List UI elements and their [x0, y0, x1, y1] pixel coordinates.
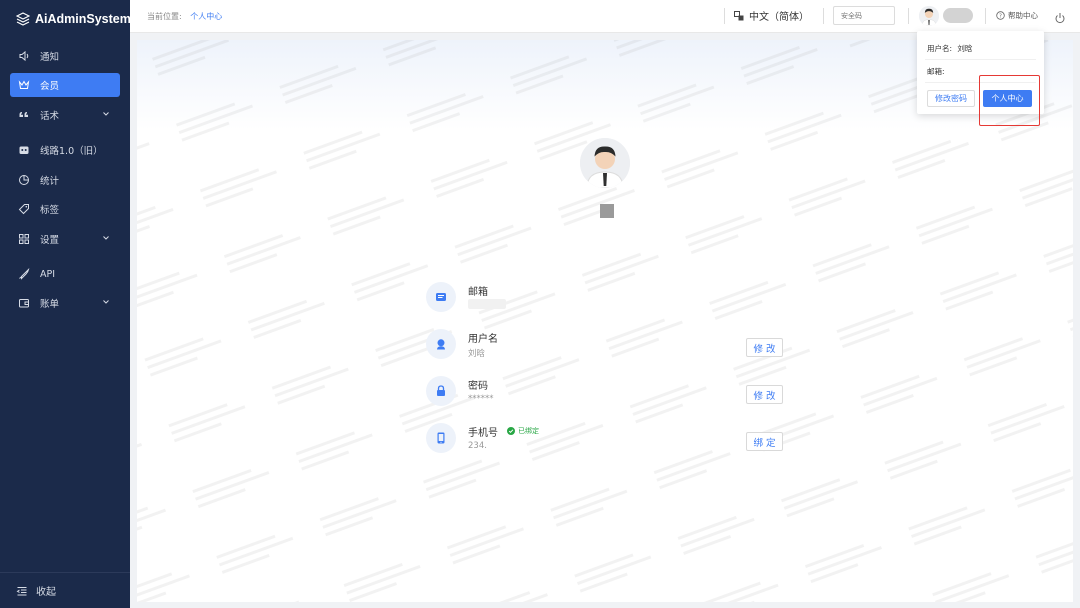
- app-logo[interactable]: AiAdminSystem: [16, 10, 131, 28]
- chevron-down-icon: [102, 234, 110, 245]
- profile-row-email: 邮箱: [426, 280, 786, 320]
- dropdown-divider: [925, 59, 1036, 60]
- row-value: ******: [468, 394, 494, 404]
- help-icon: ?: [996, 11, 1005, 20]
- safe-code-input[interactable]: [833, 6, 895, 25]
- sidebar-item-label: 通知: [40, 52, 60, 63]
- username-label: 用户名:: [927, 44, 953, 53]
- profile-row-password: 密码 ****** 修改: [426, 374, 786, 414]
- crown-icon: [18, 79, 30, 91]
- sidebar-item-api[interactable]: API: [10, 262, 120, 286]
- profile-row-phone: 手机号 已绑定 234. 绑定: [426, 421, 786, 461]
- dropdown-divider: [925, 82, 1036, 83]
- menu-fold-icon: [16, 585, 28, 597]
- language-switcher[interactable]: 中文（简体）: [734, 8, 809, 23]
- profile-row-username: 用户名 刘晗 修改: [426, 327, 786, 367]
- profile-name-blurred: [600, 204, 614, 218]
- header-divider: [823, 8, 824, 24]
- dropdown-email: 邮箱:: [927, 66, 945, 77]
- app-title: AiAdminSystem: [35, 12, 131, 26]
- sidebar-item-label: 线路1.0（旧）: [40, 146, 103, 157]
- sidebar-item-label: 设置: [40, 235, 60, 246]
- sidebar-item-label: 统计: [40, 176, 60, 187]
- header-avatar[interactable]: [919, 6, 939, 26]
- grid-icon: [18, 233, 30, 245]
- language-label: 中文（简体）: [749, 12, 809, 23]
- sidebar-item-tags[interactable]: 标签: [10, 197, 120, 221]
- username-blurred[interactable]: [943, 8, 973, 23]
- breadcrumb-current[interactable]: 个人中心: [190, 12, 222, 21]
- tag-icon: [18, 203, 30, 215]
- row-value: 刘晗: [468, 349, 486, 359]
- sidebar-item-label: 标签: [40, 205, 60, 216]
- chevron-down-icon: [102, 298, 110, 309]
- quote-icon: [18, 109, 30, 121]
- help-label: 帮助中心: [1008, 11, 1038, 20]
- edit-username-button[interactable]: 修改: [746, 338, 783, 357]
- lock-icon: [426, 376, 456, 406]
- change-password-button[interactable]: 修改密码: [927, 90, 975, 107]
- speaker-icon: [18, 50, 30, 62]
- sidebar: AiAdminSystem 通知 会员 话术 线路1.0（旧） 统计 标签 设置…: [0, 0, 131, 608]
- edit-password-button[interactable]: 修改: [746, 385, 783, 404]
- translate-icon: [734, 10, 744, 21]
- row-title: 用户名: [468, 334, 498, 345]
- chevron-down-icon: [102, 110, 110, 121]
- power-icon: [1054, 12, 1066, 24]
- bound-status-label: 已绑定: [518, 427, 539, 435]
- username-value: 刘晗: [957, 44, 973, 53]
- collapse-sidebar-button[interactable]: 收起: [0, 572, 130, 608]
- sidebar-item-label: 会员: [40, 81, 60, 92]
- profile-avatar[interactable]: [580, 138, 630, 188]
- sidebar-item-statistics[interactable]: 统计: [10, 168, 120, 192]
- sidebar-item-settings[interactable]: 设置: [10, 227, 120, 251]
- breadcrumb-prefix: 当前位置:: [147, 12, 182, 21]
- sidebar-item-notice[interactable]: 通知: [10, 44, 120, 68]
- user-dropdown: 用户名: 刘晗 邮箱: 修改密码 个人中心: [917, 31, 1044, 114]
- sidebar-item-script[interactable]: 话术: [10, 103, 120, 127]
- robot-icon: [18, 144, 30, 156]
- bind-phone-button[interactable]: 绑定: [746, 432, 783, 451]
- layers-icon: [16, 12, 30, 26]
- sidebar-item-label: 话术: [40, 111, 60, 122]
- phone-icon: [426, 423, 456, 453]
- email-value-blurred: [468, 299, 506, 309]
- dropdown-username: 用户名: 刘晗: [927, 43, 972, 54]
- email-icon: [426, 282, 456, 312]
- top-header: 当前位置: 个人中心 中文（简体） ? 帮助中心: [130, 0, 1080, 33]
- header-divider: [908, 8, 909, 24]
- logout-button[interactable]: [1054, 9, 1066, 28]
- main-content: 邮箱 用户名 刘晗 修改 密码 ****** 修改 手机号 已绑定 234. 绑…: [137, 40, 1073, 602]
- email-label: 邮箱:: [927, 67, 945, 76]
- sidebar-item-label: 账单: [40, 299, 60, 310]
- row-title: 邮箱: [468, 287, 488, 298]
- sidebar-item-label: API: [40, 268, 56, 280]
- check-circle-icon: [507, 427, 515, 435]
- sidebar-item-member[interactable]: 会员: [10, 73, 120, 97]
- user-icon: [426, 329, 456, 359]
- pie-chart-icon: [18, 174, 30, 186]
- row-title: 手机号: [468, 428, 498, 439]
- wallet-icon: [18, 297, 30, 309]
- header-divider: [985, 8, 986, 24]
- collapse-label: 收起: [36, 587, 56, 598]
- row-value: 234.: [468, 441, 487, 451]
- row-title: 密码: [468, 381, 488, 392]
- help-center-link[interactable]: ? 帮助中心: [996, 10, 1038, 21]
- breadcrumb: 当前位置: 个人中心: [147, 11, 222, 22]
- personal-center-button[interactable]: 个人中心: [983, 90, 1032, 107]
- sidebar-item-line-old[interactable]: 线路1.0（旧）: [10, 138, 120, 162]
- sidebar-item-billing[interactable]: 账单: [10, 291, 120, 315]
- rocket-icon: [18, 268, 30, 280]
- header-divider: [724, 8, 725, 24]
- bound-status-badge: 已绑定: [507, 426, 539, 436]
- svg-text:?: ?: [999, 14, 1002, 20]
